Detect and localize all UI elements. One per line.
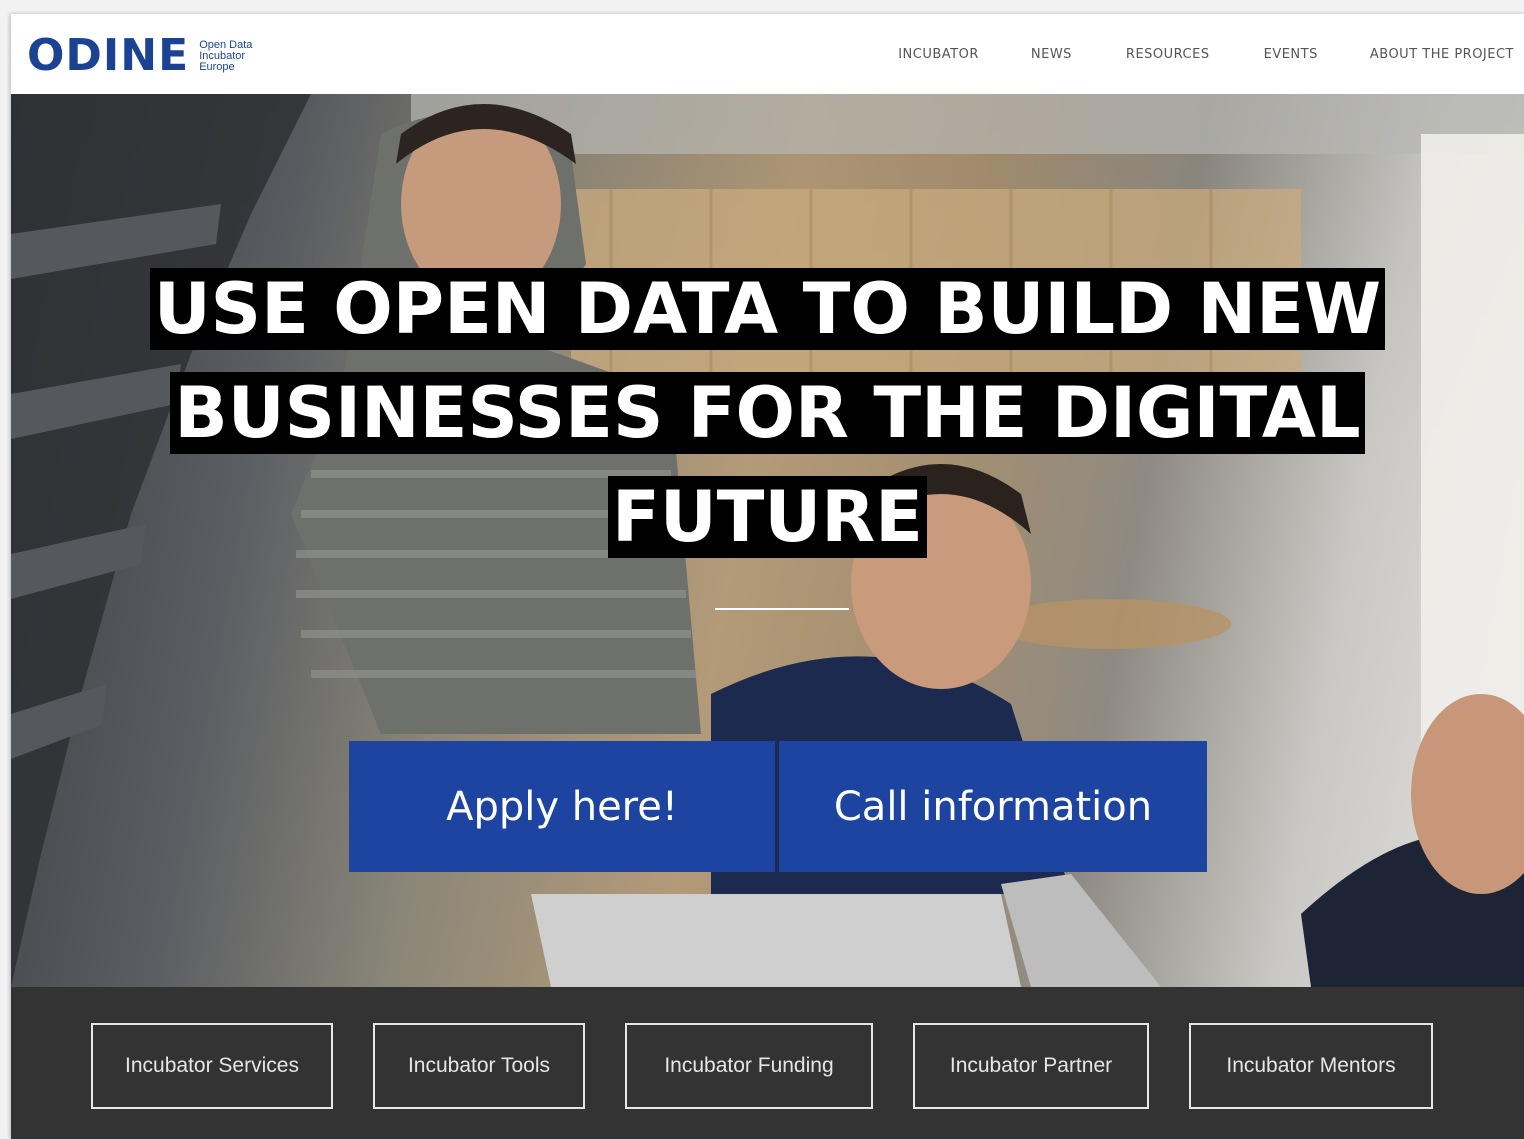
incubator-mentors-button[interactable]: Incubator Mentors — [1189, 1023, 1433, 1109]
nav-item-incubator[interactable]: INCUBATOR — [898, 47, 979, 62]
nav-item-news[interactable]: NEWS — [1031, 47, 1072, 62]
hero-headline-line: FUTURE — [608, 476, 927, 558]
logo-sub-line: Incubator — [199, 49, 246, 62]
logo-wordmark: ODINE — [27, 30, 190, 81]
site-header: ODINE Open Data Incubator Europe INCUBAT… — [11, 14, 1524, 95]
hero-headline-line: USE OPEN DATA TO BUILD NEW — [149, 268, 1386, 350]
services-band: Incubator Services Incubator Tools Incub… — [11, 987, 1524, 1139]
call-information-button[interactable]: Call information — [779, 741, 1207, 872]
hero-divider — [715, 608, 849, 610]
logo-sub-line: Open Data — [199, 38, 253, 51]
nav-item-about-the-project[interactable]: ABOUT THE PROJECT — [1370, 47, 1514, 62]
incubator-services-button[interactable]: Incubator Services — [91, 1023, 333, 1109]
main-nav: INCUBATOR NEWS RESOURCES EVENTS ABOUT TH… — [898, 47, 1524, 62]
incubator-partner-button[interactable]: Incubator Partner — [913, 1023, 1149, 1109]
hero-headline-line: BUSINESSES FOR THE DIGITAL — [170, 372, 1365, 454]
incubator-tools-button[interactable]: Incubator Tools — [373, 1023, 585, 1109]
browser-page: ODINE Open Data Incubator Europe INCUBAT… — [11, 14, 1524, 1139]
hero-headline: USE OPEN DATA TO BUILD NEW BUSINESSES FO… — [11, 257, 1524, 569]
logo-subtitle: Open Data Incubator Europe — [199, 38, 253, 73]
logo-sub-line: Europe — [199, 60, 235, 73]
hero-banner: USE OPEN DATA TO BUILD NEW BUSINESSES FO… — [11, 94, 1524, 987]
nav-item-resources[interactable]: RESOURCES — [1126, 47, 1210, 62]
nav-item-events[interactable]: EVENTS — [1264, 47, 1318, 62]
odine-logo[interactable]: ODINE Open Data Incubator Europe — [27, 34, 252, 78]
incubator-funding-button[interactable]: Incubator Funding — [625, 1023, 873, 1109]
apply-here-button[interactable]: Apply here! — [349, 741, 775, 872]
